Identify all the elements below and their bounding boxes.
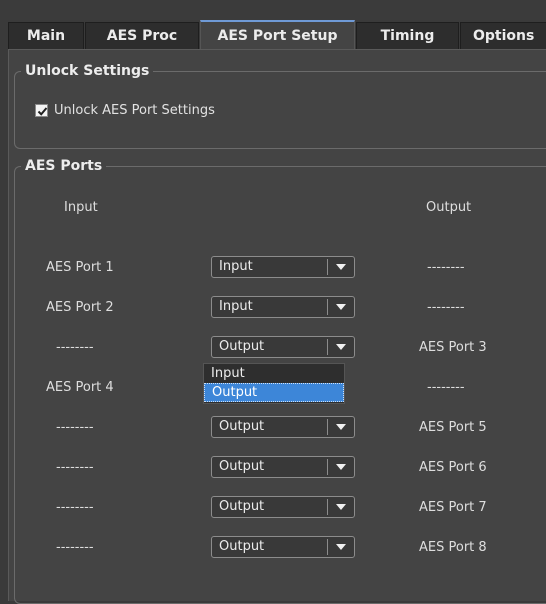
unlock-aes-port-settings-checkbox[interactable]: Unlock AES Port Settings xyxy=(35,103,215,118)
tab-main[interactable]: Main xyxy=(8,22,84,49)
combo-separator xyxy=(327,299,328,315)
dropdown-option-input[interactable]: Input xyxy=(204,364,344,383)
row-input-label: -------- xyxy=(56,460,94,475)
port-mode-value: Output xyxy=(219,539,265,554)
port-mode-value: Output xyxy=(219,459,265,474)
tab-label: Timing xyxy=(380,28,435,44)
port-mode-value: Output xyxy=(219,499,265,514)
port-mode-select[interactable]: Output xyxy=(211,416,355,438)
port-mode-select[interactable]: Output xyxy=(211,496,355,518)
port-mode-value: Output xyxy=(219,339,265,354)
port-mode-value: Output xyxy=(219,419,265,434)
port-mode-select[interactable]: Output xyxy=(211,456,355,478)
port-mode-select[interactable]: Output xyxy=(211,536,355,558)
dropdown-option-output[interactable]: Output xyxy=(204,383,344,402)
tab-timing[interactable]: Timing xyxy=(356,22,459,49)
chevron-down-icon[interactable] xyxy=(336,504,346,510)
chevron-down-icon[interactable] xyxy=(336,304,346,310)
chevron-down-icon[interactable] xyxy=(336,464,346,470)
row-output-label: AES Port 7 xyxy=(419,500,487,515)
combo-separator xyxy=(327,339,328,355)
unlock-checkbox-label: Unlock AES Port Settings xyxy=(54,103,215,118)
row-output-label: -------- xyxy=(427,260,465,275)
tab-label: Options xyxy=(473,28,535,44)
window-top-strip xyxy=(0,0,546,20)
row-output-label: AES Port 3 xyxy=(419,340,487,355)
chevron-down-icon[interactable] xyxy=(336,344,346,350)
combo-separator xyxy=(327,499,328,515)
row-input-label: -------- xyxy=(56,500,94,515)
row-input-label: AES Port 4 xyxy=(46,380,114,395)
checkbox-box[interactable] xyxy=(35,104,48,117)
chevron-down-icon[interactable] xyxy=(336,264,346,270)
aes-ports-title: AES Ports xyxy=(21,156,107,176)
row-output-label: AES Port 5 xyxy=(419,420,487,435)
tab-options[interactable]: Options xyxy=(460,22,546,49)
tab-label: AES Port Setup xyxy=(217,28,338,44)
row-output-label: -------- xyxy=(427,300,465,315)
row-input-label: -------- xyxy=(56,540,94,555)
port-mode-select[interactable]: Input xyxy=(211,296,355,318)
combo-separator xyxy=(327,539,328,555)
chevron-down-icon[interactable] xyxy=(336,424,346,430)
row-output-label: -------- xyxy=(427,380,465,395)
tab-aes-port-setup[interactable]: AES Port Setup xyxy=(200,20,355,50)
port-mode-dropdown-list: Input Output xyxy=(203,363,345,404)
combo-separator xyxy=(327,259,328,275)
output-column-header: Output xyxy=(426,200,472,215)
checkmark-icon xyxy=(37,107,48,116)
tab-label: Main xyxy=(26,28,66,44)
row-output-label: AES Port 8 xyxy=(419,540,487,555)
tab-aes-proc[interactable]: AES Proc xyxy=(85,22,199,49)
combo-separator xyxy=(327,419,328,435)
chevron-down-icon[interactable] xyxy=(336,544,346,550)
unlock-settings-title: Unlock Settings xyxy=(21,61,154,81)
input-column-header: Input xyxy=(64,200,98,215)
tab-label: AES Proc xyxy=(106,28,178,44)
row-input-label: AES Port 1 xyxy=(46,260,114,275)
port-mode-select[interactable]: Output xyxy=(211,336,355,358)
port-mode-select[interactable]: Input xyxy=(211,256,355,278)
tab-bar: Main AES Proc AES Port Setup Timing Opti… xyxy=(8,20,546,50)
row-input-label: AES Port 2 xyxy=(46,300,114,315)
port-mode-value: Input xyxy=(219,259,253,274)
combo-separator xyxy=(327,459,328,475)
row-input-label: -------- xyxy=(56,420,94,435)
tab-content-panel: Unlock Settings Unlock AES Port Settings… xyxy=(8,49,546,604)
row-output-label: AES Port 6 xyxy=(419,460,487,475)
port-mode-value: Input xyxy=(219,299,253,314)
row-input-label: -------- xyxy=(56,340,94,355)
